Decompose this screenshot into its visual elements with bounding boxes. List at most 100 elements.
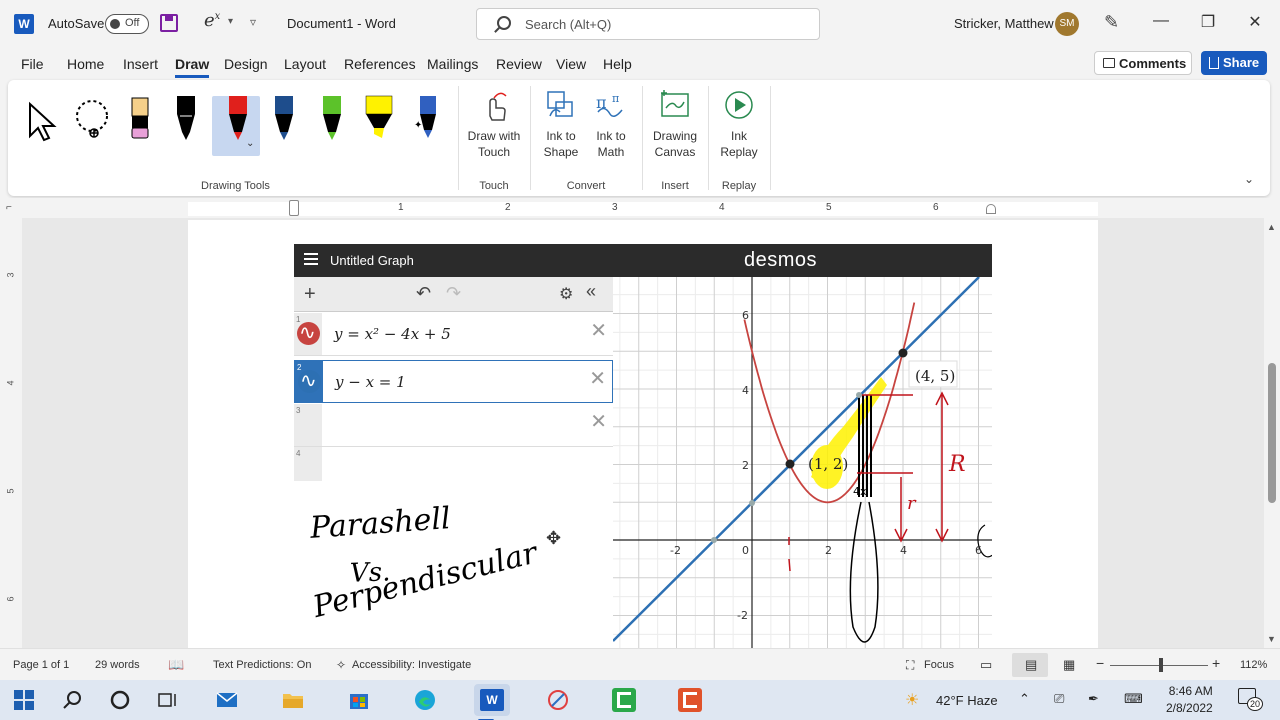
tab-design[interactable]: Design <box>224 56 268 72</box>
draw-with-touch-button[interactable]: Draw with Touch <box>460 128 528 160</box>
weather-icon[interactable]: ☀ <box>905 690 919 710</box>
select-tool-icon[interactable] <box>26 100 60 144</box>
autosave-toggle[interactable]: Off <box>105 14 149 34</box>
tab-review[interactable]: Review <box>496 56 542 72</box>
zoom-slider-thumb[interactable] <box>1159 658 1163 672</box>
galaxy-pen-icon[interactable]: ✦ <box>414 94 442 144</box>
zoom-out-button[interactable]: − <box>1096 655 1104 671</box>
scroll-up-icon[interactable]: ▲ <box>1267 222 1276 232</box>
text-predictions[interactable]: Text Predictions: On <box>213 659 311 671</box>
tab-file[interactable]: File <box>21 56 44 72</box>
restore-button[interactable]: ❐ <box>1193 12 1223 32</box>
task-view-icon[interactable] <box>156 688 180 712</box>
expression-math[interactable]: y − x = 1 <box>335 373 406 391</box>
right-indent-marker[interactable] <box>986 204 996 214</box>
x-intercept-point[interactable] <box>711 537 717 543</box>
share-button[interactable]: Share <box>1201 51 1267 75</box>
delete-icon[interactable]: ✕ <box>589 366 606 391</box>
tab-help[interactable]: Help <box>603 56 632 72</box>
web-layout-icon[interactable]: ▦ <box>1063 657 1075 673</box>
focus-button[interactable]: Focus <box>924 659 954 671</box>
file-explorer-icon[interactable] <box>281 688 305 712</box>
ink-to-shape-icon[interactable] <box>544 88 578 122</box>
y-intercept-point[interactable] <box>749 500 755 506</box>
expression-row[interactable]: 4 <box>294 447 613 490</box>
mail-icon[interactable] <box>215 688 239 712</box>
keyboard-icon[interactable]: ⌨ <box>1124 691 1143 707</box>
ribbon-collapse-icon[interactable]: ⌄ <box>1244 172 1254 186</box>
pen-black-icon[interactable] <box>174 94 198 144</box>
undo-icon[interactable]: ↶ <box>416 283 431 304</box>
chevron-down-icon[interactable]: ▾ <box>228 16 233 27</box>
expression-row[interactable]: 3 ✕ <box>294 404 613 447</box>
tab-home[interactable]: Home <box>67 56 104 72</box>
graph-paper[interactable]: R r 4x (4, 5) (1, 2) -2 0 2 4 6 6 4 2 -2 <box>613 277 992 648</box>
ink-replay-icon[interactable] <box>722 88 756 122</box>
comments-button[interactable]: Comments <box>1094 51 1192 75</box>
drawing-canvas-button[interactable]: Drawing Canvas <box>646 128 704 160</box>
expression-math[interactable]: y = x² − 4x + 5 <box>334 325 451 343</box>
pencil-green-icon[interactable] <box>320 94 344 144</box>
pen-icon[interactable]: ✎ <box>1104 12 1119 33</box>
chevron-down-icon[interactable]: ⌄ <box>246 138 254 149</box>
color-swatch-icon[interactable] <box>297 320 320 345</box>
page-count[interactable]: Page 1 of 1 <box>13 659 69 671</box>
lasso-select-icon[interactable] <box>72 98 118 144</box>
edge-icon[interactable] <box>413 688 437 712</box>
add-expression-icon[interactable]: + <box>304 283 316 306</box>
user-name[interactable]: Stricker, Matthew <box>954 16 1054 31</box>
color-swatch-icon[interactable] <box>298 368 321 393</box>
clock[interactable]: 8:46 AM 2/8/2022 <box>1166 683 1213 717</box>
vertical-scrollbar[interactable]: ▲ ▼ <box>1264 218 1280 648</box>
redo-icon[interactable]: ↷ <box>446 283 461 304</box>
meet-now-icon[interactable]: ⎚ <box>1054 691 1064 707</box>
zoom-level[interactable]: 112% <box>1240 659 1267 671</box>
tab-selector-icon[interactable]: ⌐ <box>6 202 12 213</box>
draw-with-touch-icon[interactable] <box>480 90 510 122</box>
tab-mailings[interactable]: Mailings <box>427 56 478 72</box>
store-icon[interactable] <box>347 688 371 712</box>
accessibility-status[interactable]: Accessibility: Investigate <box>352 659 471 671</box>
pen-workspace-icon[interactable]: ✒ <box>1088 691 1099 707</box>
tab-draw[interactable]: Draw <box>175 56 210 78</box>
intersection-point[interactable] <box>898 348 908 358</box>
vertex-point[interactable] <box>856 392 862 398</box>
scroll-thumb[interactable] <box>1268 363 1276 503</box>
word-taskbar-button[interactable]: W <box>474 684 510 720</box>
search-icon[interactable] <box>60 688 84 712</box>
expression-row[interactable]: 1 y = x² − 4x + 5 ✕ <box>294 313 613 356</box>
highlighter-yellow-icon[interactable] <box>364 94 394 144</box>
save-icon[interactable] <box>160 14 178 32</box>
camtasia-green-icon[interactable] <box>612 688 636 712</box>
tab-references[interactable]: References <box>344 56 416 72</box>
snip-sketch-icon[interactable] <box>546 688 570 712</box>
scroll-down-icon[interactable]: ▼ <box>1267 634 1276 644</box>
camtasia-orange-icon[interactable] <box>678 688 702 712</box>
print-layout-button[interactable]: ▤ <box>1012 653 1048 677</box>
weather-text[interactable]: 42°F Haze <box>936 693 998 708</box>
delete-icon[interactable]: ✕ <box>590 318 607 343</box>
expression-row[interactable]: 2 y − x = 1 ✕ <box>294 360 613 403</box>
intersection-point[interactable] <box>785 459 795 469</box>
ink-to-shape-button[interactable]: Ink to Shape <box>536 128 586 160</box>
drawing-canvas-icon[interactable] <box>658 88 692 122</box>
ink-to-math-button[interactable]: Ink to Math <box>586 128 636 160</box>
close-button[interactable]: ✕ <box>1240 12 1270 32</box>
delete-icon[interactable]: ✕ <box>590 409 607 434</box>
read-mode-icon[interactable]: ▭ <box>980 657 992 673</box>
zoom-in-button[interactable]: + <box>1212 655 1220 671</box>
line-y-minus-x-equals-1[interactable] <box>613 277 980 642</box>
graph-title[interactable]: Untitled Graph <box>330 253 414 268</box>
minimize-button[interactable]: — <box>1146 12 1176 30</box>
ink-to-math-icon[interactable]: π π <box>594 88 628 122</box>
pen-blue-icon[interactable] <box>272 94 296 144</box>
windows-start-icon[interactable] <box>12 688 36 712</box>
tab-insert[interactable]: Insert <box>123 56 158 72</box>
collapse-list-icon[interactable]: « <box>586 281 596 302</box>
equation-icon[interactable]: ex <box>204 10 220 31</box>
search-input[interactable]: Search (Alt+Q) <box>476 8 820 40</box>
ink-replay-button[interactable]: Ink Replay <box>712 128 766 160</box>
gear-icon[interactable]: ⚙ <box>559 284 573 304</box>
customize-quick-access-icon[interactable]: ▿ <box>250 15 256 29</box>
tab-view[interactable]: View <box>556 56 586 72</box>
